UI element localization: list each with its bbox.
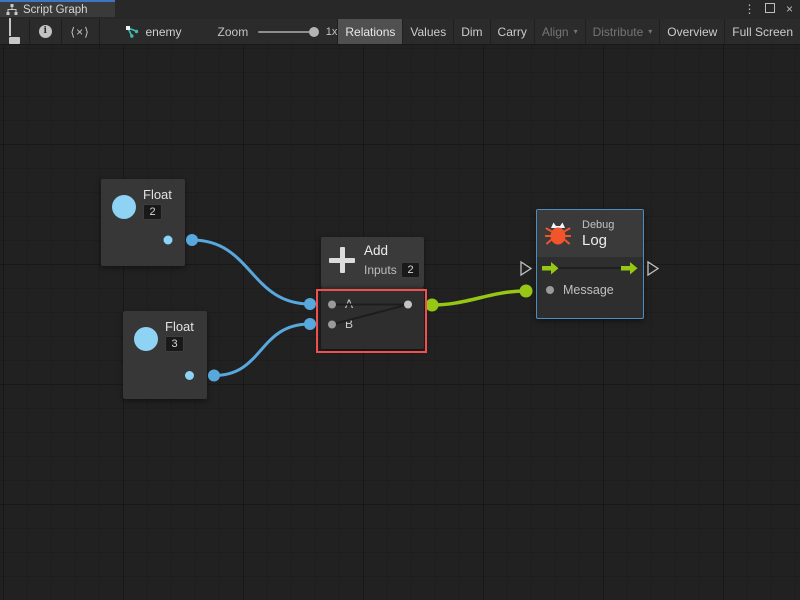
node-title: Float [165, 319, 194, 334]
lock-button[interactable] [0, 19, 29, 44]
align-dropdown[interactable]: Align▾ [534, 19, 585, 44]
graph-name: enemy [145, 25, 181, 39]
window-controls: ⋮ × [743, 0, 796, 19]
carry-button[interactable]: Carry [490, 19, 534, 44]
node-title: Add [364, 243, 388, 258]
add-node-header[interactable]: Add Inputs 2 [321, 237, 424, 287]
maximize-box [765, 3, 775, 13]
unity-visual-scripting-window: Script Graph ⋮ × i ⟨×⟩ [0, 0, 800, 600]
node-title: Log [582, 232, 607, 249]
code-icon: ⟨×⟩ [70, 25, 89, 39]
info-icon: i [39, 25, 52, 38]
node-category: Debug [582, 219, 614, 231]
inspect-button[interactable]: i [30, 19, 61, 44]
message-port-label: Message [563, 283, 614, 297]
tab-title: Script Graph [23, 4, 88, 16]
chevron-down-icon: ▾ [648, 27, 652, 36]
toolbar-buttons: Relations Values Dim Carry Align▾ Distri… [337, 19, 800, 44]
maximize-icon[interactable] [763, 0, 776, 19]
overview-button[interactable]: Overview [659, 19, 724, 44]
zoom-slider-handle[interactable] [309, 27, 319, 37]
float-type-icon [134, 327, 158, 351]
lock-icon [9, 19, 20, 44]
float-value-field[interactable]: 3 [165, 336, 184, 352]
values-button[interactable]: Values [402, 19, 453, 44]
tab-script-graph[interactable]: Script Graph [0, 0, 115, 17]
close-icon[interactable]: × [783, 0, 796, 19]
add-node-ports[interactable]: A B [321, 287, 424, 349]
port-a-label: A [345, 297, 353, 311]
zoom-slider-track[interactable] [258, 31, 313, 33]
graph-hierarchy-icon [6, 4, 18, 15]
full-screen-button[interactable]: Full Screen [724, 19, 800, 44]
debug-log-node[interactable]: Debug Log Message [536, 209, 644, 319]
chevron-down-icon: ▾ [574, 27, 578, 36]
float-type-icon [112, 195, 136, 219]
code-preview-button[interactable]: ⟨×⟩ [61, 19, 98, 44]
relations-button[interactable]: Relations [337, 19, 402, 44]
distribute-dropdown[interactable]: Distribute▾ [585, 19, 660, 44]
zoom-slider[interactable] [258, 19, 319, 44]
zoom-label: Zoom [218, 25, 249, 39]
inputs-label: Inputs [364, 263, 397, 277]
debug-bug-icon [545, 220, 571, 247]
graph-breadcrumb[interactable]: enemy [125, 19, 181, 44]
float-value-field[interactable]: 2 [143, 204, 162, 220]
graph-toolbar: i ⟨×⟩ enemy Zoom 1x Relations Values Dim [0, 19, 800, 45]
inputs-count-field[interactable]: 2 [401, 262, 420, 278]
dim-button[interactable]: Dim [453, 19, 489, 44]
kebab-menu-icon[interactable]: ⋮ [743, 0, 756, 19]
zoom-value: 1x [326, 26, 338, 38]
float-node-1[interactable]: Float 2 [101, 179, 185, 266]
title-bar: Script Graph ⋮ × [0, 0, 800, 20]
float-node-2[interactable]: Float 3 [123, 311, 207, 399]
node-title: Float [143, 187, 172, 202]
toolbar-separator [99, 19, 100, 44]
script-graph-asset-icon [125, 25, 139, 38]
port-b-label: B [345, 317, 353, 331]
